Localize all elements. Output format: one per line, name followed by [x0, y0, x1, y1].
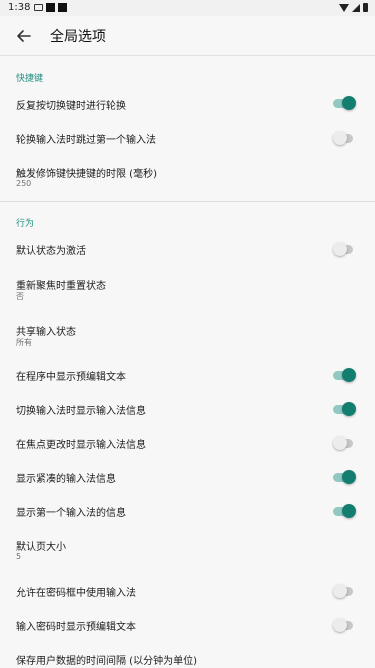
pref-summary: 250 [16, 179, 32, 188]
pref-title: 在焦点更改时显示输入法信息 [16, 440, 146, 451]
signal-icon [352, 3, 360, 12]
pref-skip-first[interactable]: 轮换输入法时跳过第一个输入法 [0, 122, 375, 154]
pref-show-preedit-in-app[interactable]: 在程序中显示预编辑文本 [0, 359, 375, 391]
pref-title: 共享输入状态 [16, 327, 76, 338]
app-toolbar: 全局选项 [0, 16, 375, 56]
pref-reset-on-focus[interactable]: 重新聚焦时重置状态 否 [0, 270, 375, 306]
pref-modifier-timeout[interactable]: 触发修饰键快捷键的时限 (毫秒) 250 [0, 158, 375, 194]
pref-title: 反复按切换键时进行轮换 [16, 101, 126, 112]
notification-square-icon [58, 3, 67, 12]
toggle-switch[interactable] [333, 504, 356, 518]
back-arrow-icon[interactable] [14, 26, 34, 46]
section-divider [0, 201, 375, 202]
section-header-shortcuts: 快捷键 [16, 74, 44, 84]
pref-allow-in-password[interactable]: 允许在密码框中使用输入法 [0, 575, 375, 607]
status-bar: 1:38 [0, 0, 375, 16]
pref-save-interval[interactable]: 保存用户数据的时间间隔 (以分钟为单位) [0, 645, 375, 668]
section-header-behavior: 行为 [16, 219, 35, 229]
pref-summary: 所有 [16, 338, 32, 347]
page-title: 全局选项 [50, 29, 106, 45]
toggle-switch[interactable] [333, 402, 356, 416]
notification-mail-icon [34, 4, 43, 11]
toggle-switch[interactable] [333, 470, 356, 484]
pref-default-page-size[interactable]: 默认页大小 5 [0, 531, 375, 567]
pref-summary: 否 [16, 292, 24, 301]
toggle-switch[interactable] [333, 131, 355, 145]
pref-show-first-im-info[interactable]: 显示第一个输入法的信息 [0, 495, 375, 527]
pref-title: 轮换输入法时跳过第一个输入法 [16, 135, 156, 146]
notification-square-icon [46, 3, 55, 12]
pref-title: 在程序中显示预编辑文本 [16, 372, 126, 383]
status-time: 1:38 [8, 2, 31, 13]
pref-share-state[interactable]: 共享输入状态 所有 [0, 316, 375, 352]
pref-cycle-repeat[interactable]: 反复按切换键时进行轮换 [0, 88, 375, 120]
pref-default-active[interactable]: 默认状态为激活 [0, 233, 375, 265]
pref-title: 重新聚焦时重置状态 [16, 281, 106, 292]
pref-title: 显示紧凑的输入法信息 [16, 474, 116, 485]
pref-title: 显示第一个输入法的信息 [16, 508, 126, 519]
toggle-switch[interactable] [333, 368, 356, 382]
pref-title: 输入密码时显示预编辑文本 [16, 622, 136, 633]
pref-title: 触发修饰键快捷键的时限 (毫秒) [16, 169, 157, 180]
pref-title: 切换输入法时显示输入法信息 [16, 406, 146, 417]
pref-summary: 5 [16, 552, 22, 561]
toggle-switch[interactable] [333, 584, 355, 598]
pref-title: 保存用户数据的时间间隔 (以分钟为单位) [16, 656, 197, 667]
toggle-switch[interactable] [333, 96, 356, 110]
pref-show-im-info-on-focus[interactable]: 在焦点更改时显示输入法信息 [0, 427, 375, 459]
pref-title: 允许在密码框中使用输入法 [16, 588, 136, 599]
pref-show-im-info-on-switch[interactable]: 切换输入法时显示输入法信息 [0, 393, 375, 425]
toggle-switch[interactable] [333, 436, 355, 450]
pref-compact-im-info[interactable]: 显示紧凑的输入法信息 [0, 461, 375, 493]
wifi-icon [339, 3, 349, 12]
pref-title: 默认页大小 [16, 542, 66, 553]
toggle-switch[interactable] [333, 242, 355, 256]
pref-show-preedit-in-password[interactable]: 输入密码时显示预编辑文本 [0, 609, 375, 641]
toggle-switch[interactable] [333, 618, 355, 632]
pref-title: 默认状态为激活 [16, 246, 86, 257]
battery-icon [363, 3, 368, 12]
